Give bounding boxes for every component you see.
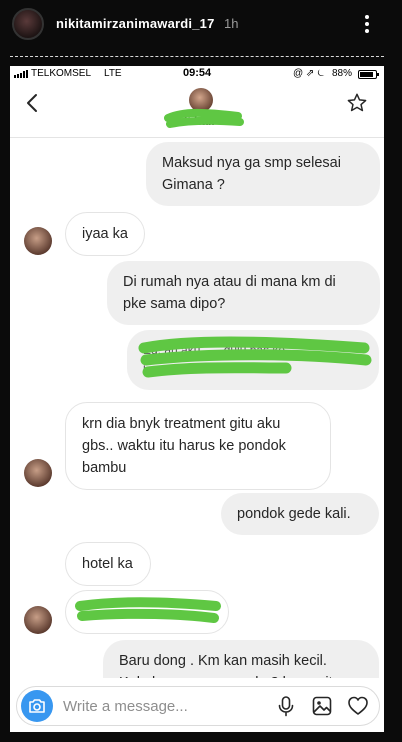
clock: 09:54 [183,67,212,79]
signal-icon [14,70,28,78]
contact-avatar[interactable] [24,606,52,634]
message-bubble-outgoing[interactable]: pondok gede kali. [221,493,379,535]
story-header: nikitamirzanimawardi_17 1h [0,0,402,52]
dashed-divider [10,56,384,57]
message-bubble-outgoing-redacted[interactable]: Ed. ah aku... ...dulu pas ke lama? [127,330,379,390]
status-icons: @ ⇗ ⏾ [293,68,325,79]
gallery-icon[interactable] [311,695,333,717]
contact-avatar[interactable] [24,227,52,255]
camera-icon[interactable] [21,690,53,722]
heart-icon[interactable] [347,695,369,717]
story-avatar[interactable] [12,8,44,40]
composer-field[interactable] [16,686,380,726]
message-bubble-incoming[interactable]: hotel ka [65,542,151,586]
dm-screenshot: TELKOMSEL LTE 09:54 @ ⇗ ⏾ 88% vidi.hail … [10,66,384,732]
back-chevron-icon[interactable] [22,92,44,114]
story-username[interactable]: nikitamirzanimawardi_17 [56,16,215,31]
star-icon[interactable] [346,92,368,114]
message-bubble-outgoing[interactable]: Di rumah nya atau di mana km di pke sama… [107,261,380,325]
network-label: LTE [104,68,122,79]
message-input[interactable] [63,691,253,721]
status-bar: TELKOMSEL LTE 09:54 @ ⇗ ⏾ 88% [10,66,384,82]
carrier-label: TELKOMSEL [31,68,92,79]
message-bubble-incoming[interactable]: krn dia bnyk treatment gitu aku gbs.. wa… [65,402,331,490]
message-composer [10,678,384,732]
contact-avatar[interactable] [24,459,52,487]
message-bubble-incoming[interactable]: iyaa ka [65,212,145,256]
more-dots-icon[interactable] [354,12,380,36]
message-bubble-incoming-redacted[interactable] [65,590,229,634]
battery-icon [358,70,379,79]
message-bubble-outgoing[interactable]: Maksud nya ga smp selesai Gimana ? [146,142,380,206]
microphone-icon[interactable] [275,695,297,717]
story-time: 1h [224,16,239,31]
contact-name[interactable]: vidi.hail [170,114,215,128]
conversation-header: vidi.hail [10,82,384,138]
contact-avatar[interactable] [189,88,213,112]
battery-percent: 88% [332,68,353,79]
